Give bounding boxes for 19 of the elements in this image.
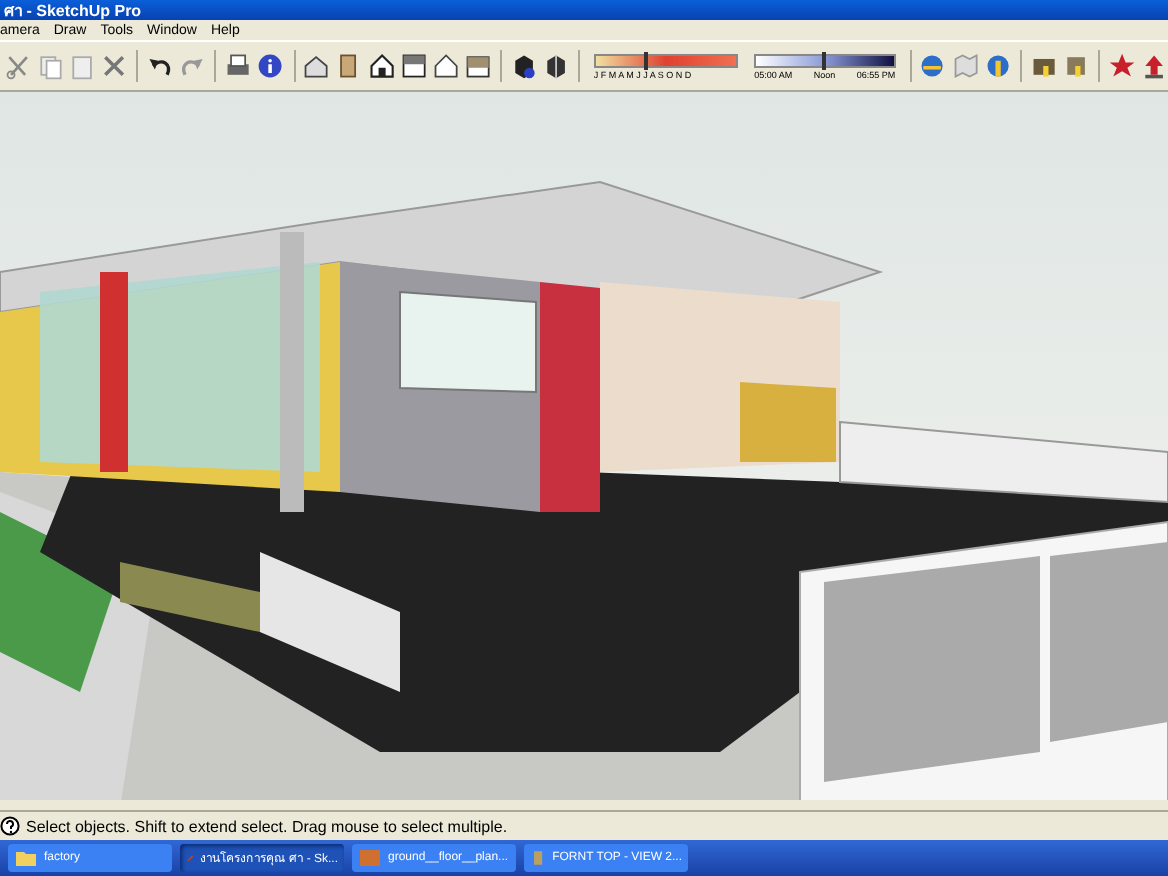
- month-slider[interactable]: [593, 53, 739, 67]
- cube-icon[interactable]: [509, 50, 538, 82]
- upload-icon[interactable]: [1139, 50, 1168, 82]
- star-icon[interactable]: [1107, 50, 1136, 82]
- house-outline-icon[interactable]: [431, 50, 460, 82]
- app-icon: [530, 846, 547, 870]
- status-text: Select objects. Shift to extend select. Drag mouse to select multiple.: [26, 817, 508, 835]
- delete-icon[interactable]: [100, 50, 129, 82]
- window-title: ศา - SketchUp Pro: [4, 0, 142, 23]
- folder-icon: [14, 846, 38, 870]
- globe-icon[interactable]: [983, 50, 1012, 82]
- help-icon: [0, 816, 20, 836]
- cube-dark-icon[interactable]: [541, 50, 570, 82]
- house-iso-icon[interactable]: [302, 50, 331, 82]
- app-icon: [358, 846, 382, 870]
- time-slider[interactable]: [754, 53, 896, 67]
- house-front-icon[interactable]: [367, 50, 396, 82]
- info-icon[interactable]: [256, 50, 285, 82]
- globe-icon[interactable]: [918, 50, 948, 82]
